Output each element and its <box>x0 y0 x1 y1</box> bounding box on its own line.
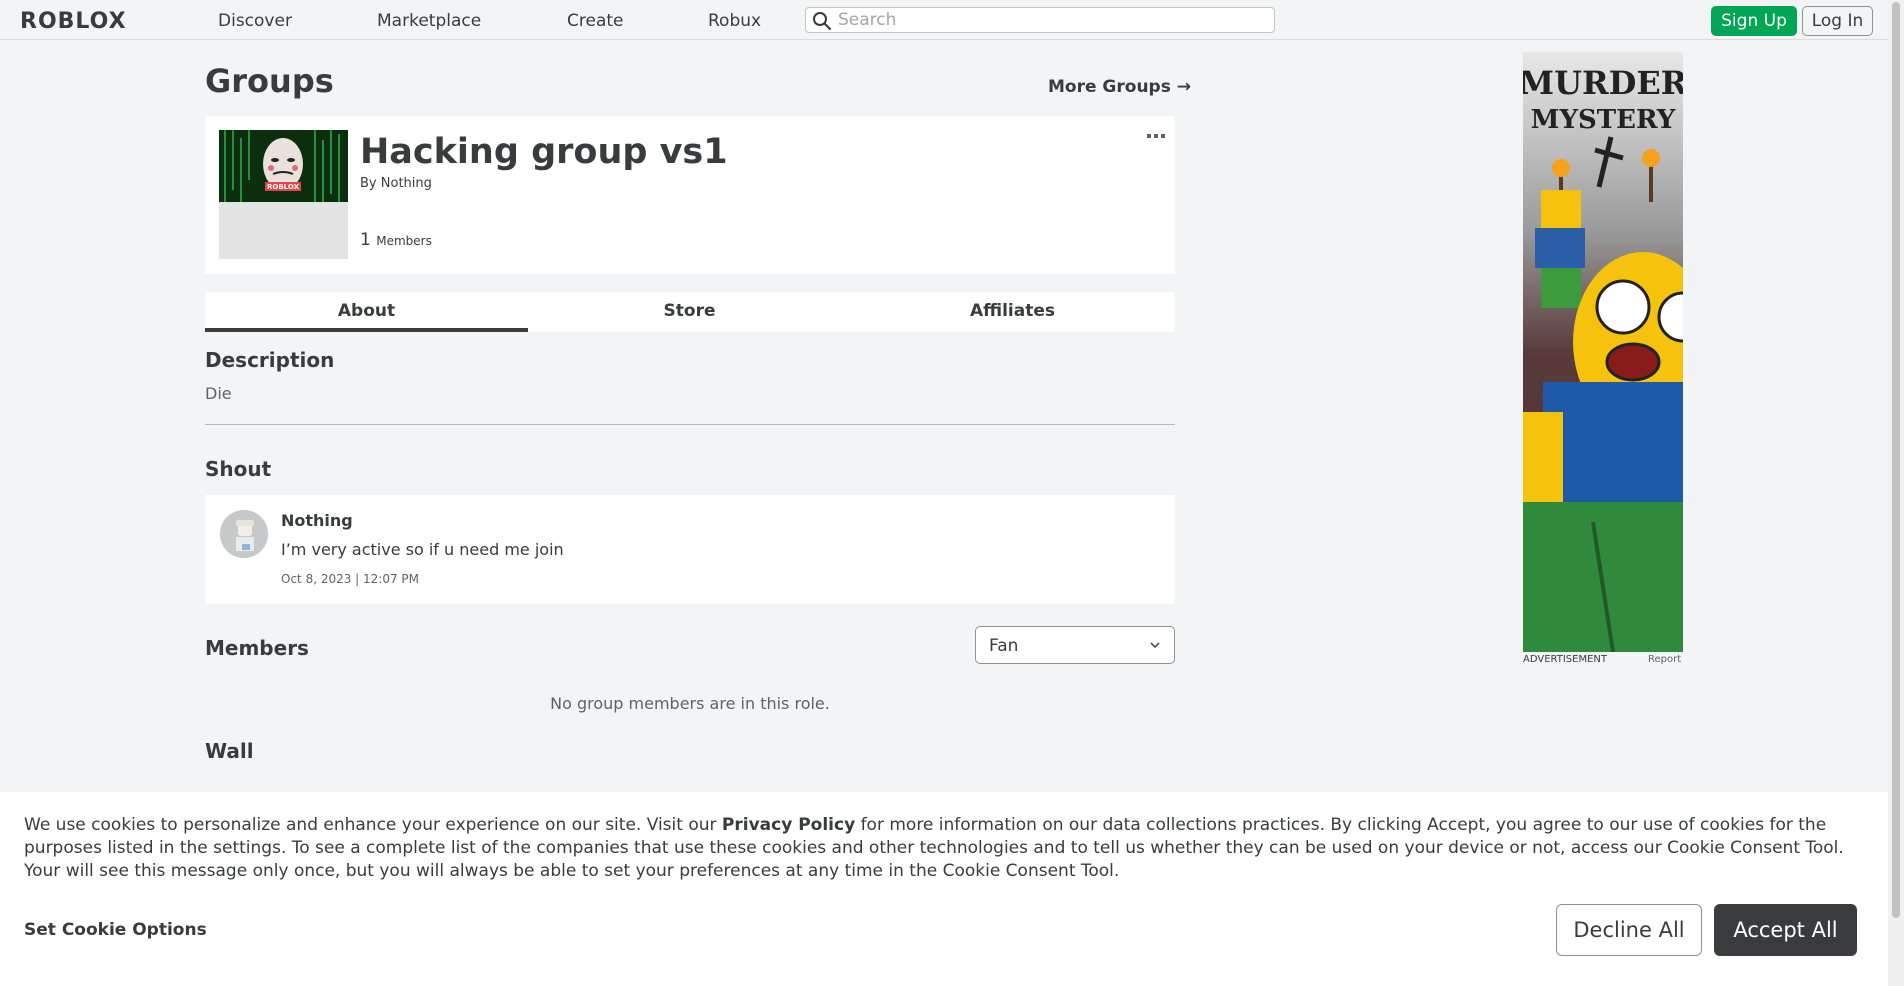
group-owner-line: By Nothing <box>360 176 432 191</box>
tab-about[interactable]: About <box>205 292 528 332</box>
scrollbar-thumb[interactable] <box>1892 2 1900 918</box>
shout-heading: Shout <box>205 457 272 481</box>
decline-all-button[interactable]: Decline All <box>1556 904 1702 956</box>
role-dropdown[interactable]: Fan <box>975 626 1175 664</box>
search-icon <box>813 12 832 31</box>
member-count-value: 1 <box>360 230 371 250</box>
description-heading: Description <box>205 348 335 372</box>
by-prefix: By <box>360 176 377 191</box>
shout-timestamp: Oct 8, 2023 | 12:07 PM <box>281 572 420 586</box>
member-count: 1 Members <box>360 230 432 250</box>
wall-heading: Wall <box>205 739 254 763</box>
search-box <box>805 7 1275 33</box>
search-input[interactable] <box>838 10 1258 30</box>
page-scrollbar[interactable] <box>1888 0 1904 986</box>
tab-store[interactable]: Store <box>528 292 851 332</box>
nav-marketplace[interactable]: Marketplace <box>377 11 481 31</box>
page-title: Groups <box>205 62 334 100</box>
ad-title-line1: MURDER <box>1523 64 1683 102</box>
emblem-roblox-text: ROBLOX <box>267 183 300 191</box>
description-text: Die <box>205 384 232 403</box>
advertisement-banner[interactable]: MURDER MYSTERY <box>1523 52 1683 652</box>
set-cookie-options-link[interactable]: Set Cookie Options <box>24 920 207 940</box>
no-members-message: No group members are in this role. <box>550 694 830 713</box>
cookie-text-start: We use cookies to personalize and enhanc… <box>24 815 722 835</box>
tab-affiliates[interactable]: Affiliates <box>851 292 1174 332</box>
role-dropdown-value: Fan <box>989 636 1019 656</box>
privacy-policy-link[interactable]: Privacy Policy <box>722 815 855 835</box>
group-emblem: ROBLOX <box>219 130 348 259</box>
section-divider <box>205 424 1175 425</box>
group-header-card: ROBLOX Hacking group vs1 By Nothing 1 Me… <box>205 116 1175 274</box>
members-heading: Members <box>205 636 309 660</box>
more-options-icon[interactable] <box>1146 132 1166 140</box>
top-navigation: ROBLOX Discover Marketplace Create Robux… <box>0 0 1888 40</box>
ad-title-line2: MYSTERY <box>1531 105 1676 135</box>
member-count-label: Members <box>376 234 432 248</box>
more-groups-link[interactable]: More Groups → <box>1048 77 1191 97</box>
ad-label: ADVERTISEMENT <box>1523 654 1608 665</box>
shout-message: I’m very active so if u need me join <box>281 540 564 559</box>
avatar[interactable] <box>220 510 268 558</box>
nav-create[interactable]: Create <box>567 11 624 31</box>
roblox-logo[interactable]: ROBLOX <box>20 9 127 34</box>
group-name: Hacking group vs1 <box>360 132 728 172</box>
accept-all-button[interactable]: Accept All <box>1714 904 1857 956</box>
shout-author[interactable]: Nothing <box>281 511 353 530</box>
sign-up-button[interactable]: Sign Up <box>1711 6 1797 36</box>
cookie-banner: We use cookies to personalize and enhanc… <box>0 792 1888 986</box>
nav-discover[interactable]: Discover <box>218 11 292 31</box>
group-tabs: About Store Affiliates <box>205 292 1175 332</box>
nav-robux[interactable]: Robux <box>708 11 761 31</box>
chevron-down-icon <box>1150 642 1160 649</box>
ad-report-link[interactable]: Report <box>1648 654 1681 665</box>
group-emblem-image: ROBLOX <box>219 130 348 202</box>
log-in-button[interactable]: Log In <box>1802 6 1873 36</box>
cookie-message: We use cookies to personalize and enhanc… <box>24 814 1864 883</box>
group-owner-link[interactable]: Nothing <box>381 176 432 191</box>
shout-card: Nothing I’m very active so if u need me … <box>205 495 1175 604</box>
